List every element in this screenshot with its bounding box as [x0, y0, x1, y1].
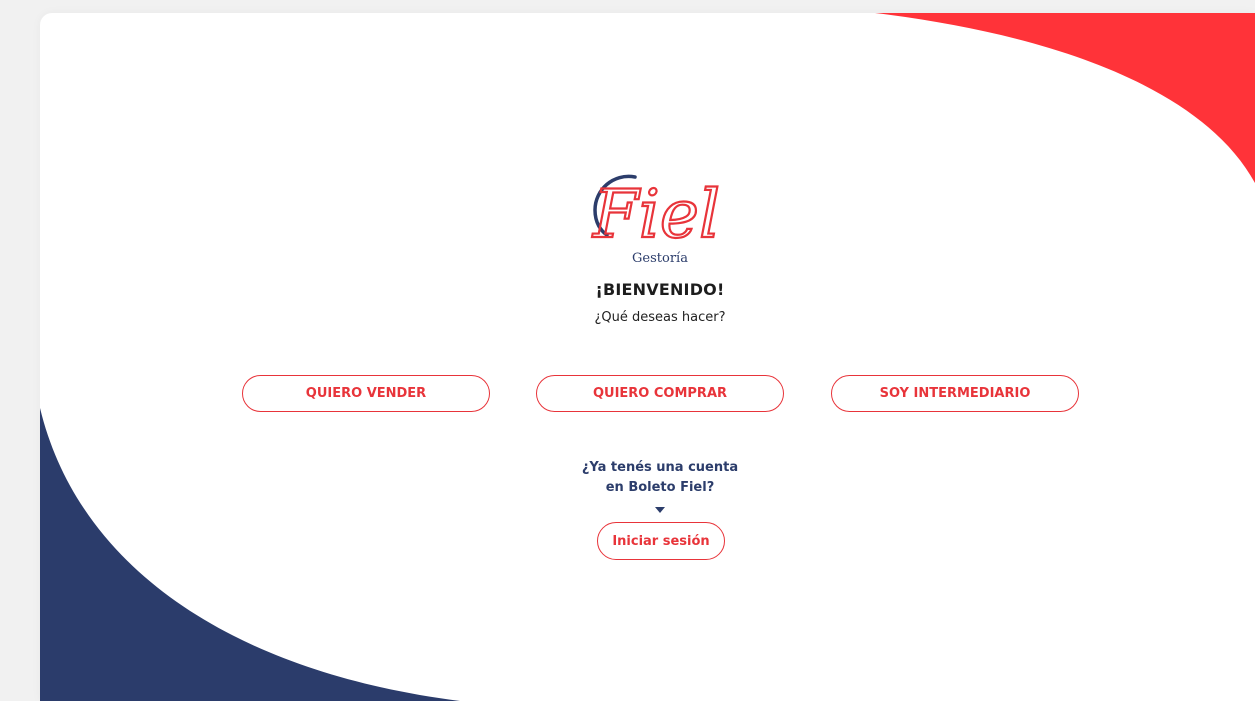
welcome-question: ¿Qué deseas hacer?	[594, 310, 726, 325]
account-question-line1: ¿Ya tenés una cuenta	[581, 460, 739, 475]
welcome-card: Fiel Gestoría ¡BIENVENIDO! ¿Qué deseas h…	[40, 13, 1255, 701]
login-button[interactable]: Iniciar sesión	[597, 522, 725, 560]
fiel-gestoria-logo: Fiel Gestoría	[575, 165, 745, 275]
intermediary-button[interactable]: SOY INTERMEDIARIO	[831, 375, 1079, 412]
sell-button[interactable]: QUIERO VENDER	[242, 375, 490, 412]
buy-button[interactable]: QUIERO COMPRAR	[536, 375, 784, 412]
caret-down-icon	[655, 507, 665, 513]
welcome-heading: ¡BIENVENIDO!	[595, 280, 725, 299]
logo-subtitle: Gestoría	[632, 251, 688, 266]
fiel-logo-mark: Fiel	[591, 174, 721, 254]
account-question: ¿Ya tenés una cuenta en Boleto Fiel?	[560, 458, 760, 498]
logo-script-text: Fiel	[592, 176, 720, 253]
account-question-line2: en Boleto Fiel?	[605, 480, 715, 495]
